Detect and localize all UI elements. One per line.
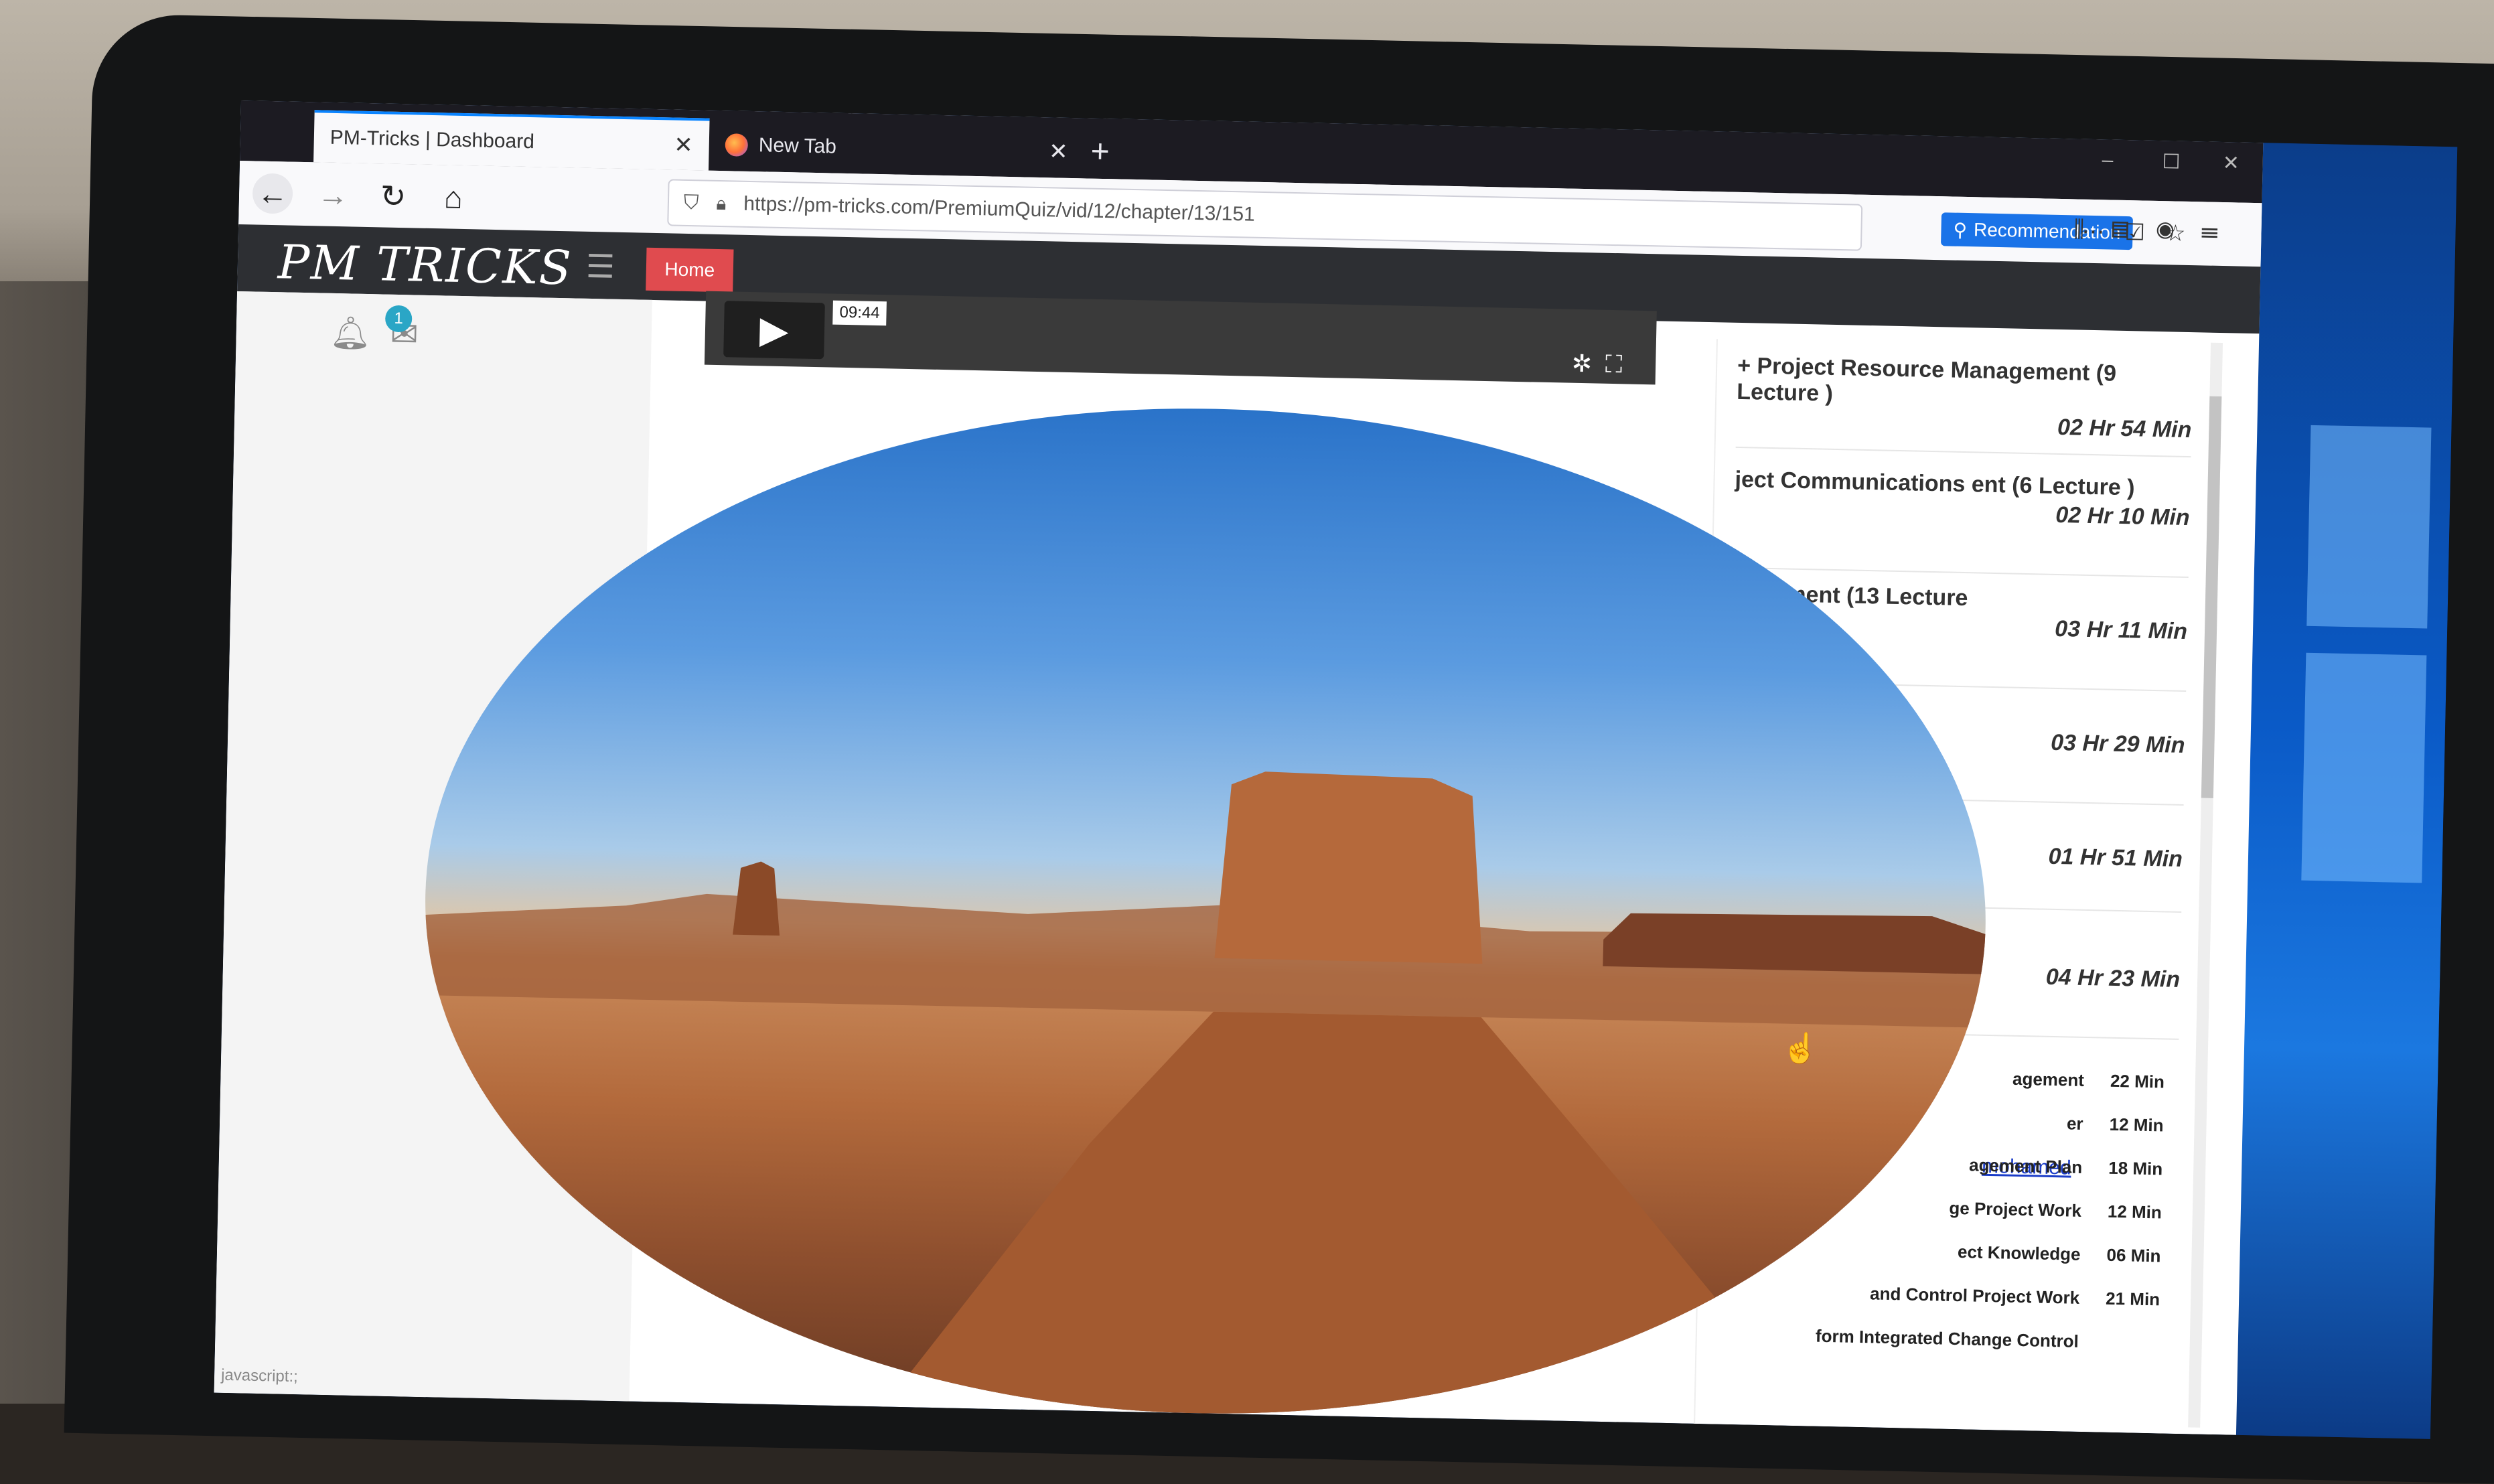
close-icon[interactable]: ✕ bbox=[674, 132, 693, 159]
windows-logo-pane bbox=[2301, 652, 2427, 883]
mesa-landscape bbox=[423, 771, 1986, 1426]
play-icon[interactable]: ▶ bbox=[723, 301, 825, 360]
settings-fullscreen-icons[interactable]: ✲⛶ bbox=[1571, 350, 1635, 380]
maximize-icon[interactable]: ☐ bbox=[2162, 150, 2181, 174]
tab-label: PM-Tricks | Dashboard bbox=[329, 126, 535, 153]
desert-photo-overlay bbox=[415, 392, 1996, 1430]
lesson-time: 12 Min bbox=[2109, 1114, 2164, 1136]
close-icon[interactable]: ✕ bbox=[1049, 138, 1068, 165]
lesson-time: 06 Min bbox=[2106, 1244, 2161, 1266]
home-button[interactable]: Home bbox=[646, 247, 734, 293]
bell-icon[interactable]: 🔔︎ bbox=[329, 313, 371, 352]
toolbar-icons[interactable]: ⫼▤◉☰ bbox=[2073, 216, 2245, 246]
windows-desktop bbox=[2229, 143, 2458, 1439]
back-arrow-icon[interactable]: ← bbox=[252, 173, 293, 214]
hand-cursor-icon: ☝ bbox=[1781, 1031, 1820, 1065]
browser-window: PM-Tricks | Dashboard ✕ New Tab ✕ + – ☐ … bbox=[214, 100, 2264, 1435]
window-close-icon[interactable]: ✕ bbox=[2222, 151, 2240, 175]
windows-logo-pane bbox=[2306, 425, 2432, 629]
lesson-time: 18 Min bbox=[2108, 1157, 2163, 1179]
lightbulb-icon: ⚲ bbox=[1953, 219, 1968, 240]
url-text[interactable]: https://pm-tricks.com/PremiumQuiz/vid/12… bbox=[743, 193, 1255, 226]
status-bar-text: javascript:; bbox=[220, 1365, 299, 1386]
lesson-name: agement bbox=[2012, 1068, 2085, 1090]
lesson-time: 22 Min bbox=[2110, 1070, 2165, 1092]
shield-icon[interactable]: ⛉ bbox=[684, 192, 699, 214]
time-tooltip: 09:44 bbox=[832, 300, 887, 326]
forward-arrow-icon[interactable]: → bbox=[312, 174, 353, 215]
tab-new-tab[interactable]: New Tab ✕ bbox=[709, 119, 1085, 179]
new-tab-button[interactable]: + bbox=[1090, 133, 1110, 171]
tab-label: New Tab bbox=[758, 134, 837, 158]
menu-icon[interactable]: ☰ bbox=[585, 248, 615, 286]
lesson-name: er bbox=[2066, 1113, 2083, 1134]
site-logo[interactable]: PM TRICKS bbox=[277, 234, 573, 295]
lesson-time: 21 Min bbox=[2105, 1288, 2160, 1310]
chapter-title: + Project Resource Management (9 Lecture… bbox=[1736, 352, 2117, 406]
firefox-icon bbox=[725, 133, 749, 157]
lesson-time: 12 Min bbox=[2107, 1201, 2162, 1223]
scroll-thumb[interactable] bbox=[2201, 396, 2222, 798]
laptop-screen: PM-Tricks | Dashboard ✕ New Tab ✕ + – ☐ … bbox=[214, 100, 2458, 1439]
lock-icon[interactable]: 🔒︎ bbox=[716, 192, 727, 214]
reload-icon[interactable]: ↻ bbox=[372, 175, 413, 216]
minimize-icon[interactable]: – bbox=[2102, 149, 2113, 171]
tab-pm-tricks[interactable]: PM-Tricks | Dashboard ✕ bbox=[313, 110, 710, 171]
home-icon[interactable]: ⌂ bbox=[433, 177, 473, 218]
lesson-name: agement Plan bbox=[1968, 1155, 2083, 1177]
